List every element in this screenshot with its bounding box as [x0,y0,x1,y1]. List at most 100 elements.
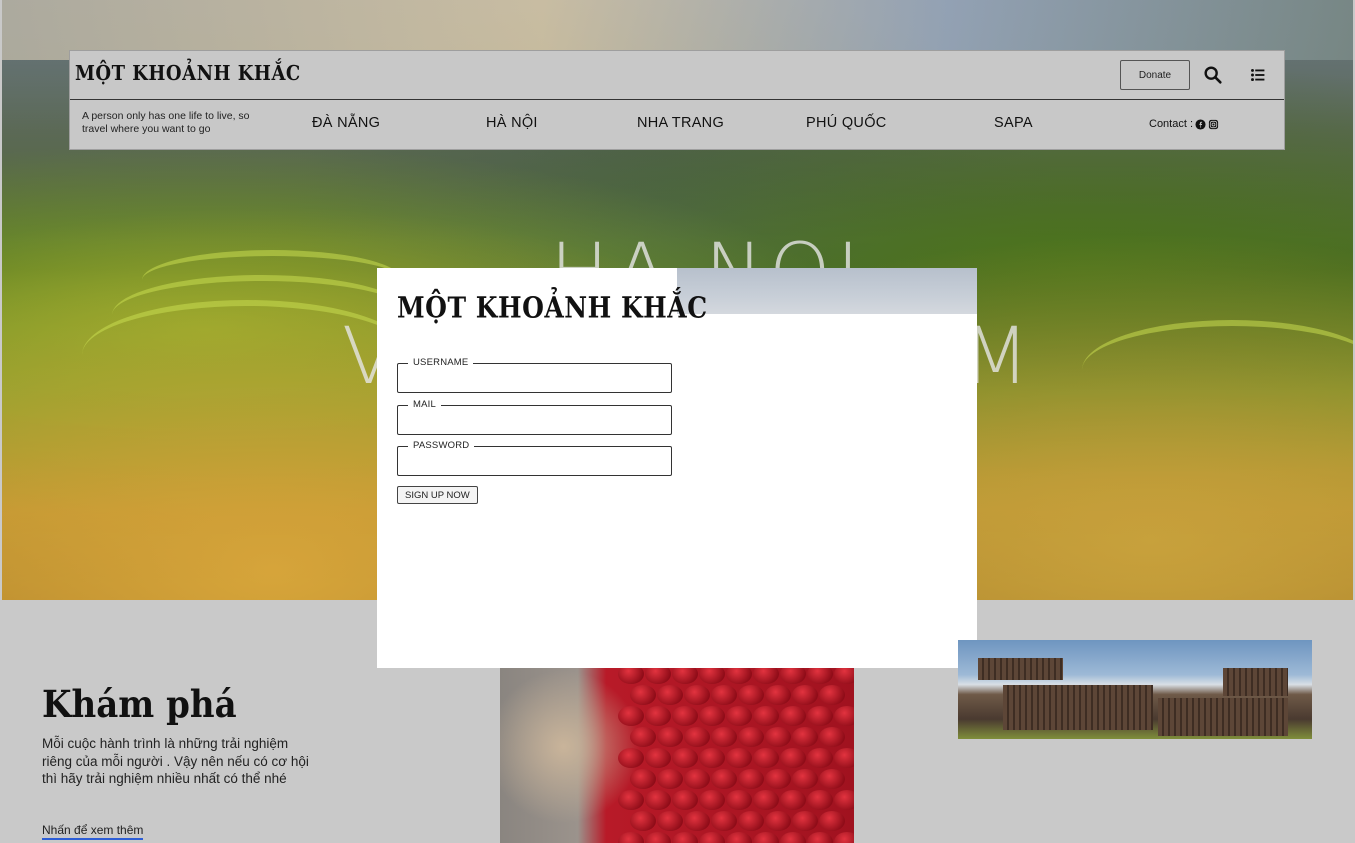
navbar-top-row: MỘT KHOẢNH KHẮC Donate [70,51,1284,100]
incense-bundle [807,706,833,726]
incense-bundle [738,685,764,705]
sign-up-button[interactable]: SIGN UP NOW [397,486,478,504]
incense-bundle [699,748,725,768]
incense-bundle [618,668,644,684]
incense-bundle [672,832,698,843]
explore-description: Mỗi cuộc hành trình là những trải nghiệm… [42,736,309,786]
incense-bundle [765,727,791,747]
incense-bundle [780,790,806,810]
incense-bundle [657,727,683,747]
incense-bundle [780,832,806,843]
incense-bundle [834,706,854,726]
incense-bundle [699,706,725,726]
incense-bundle [618,748,644,768]
incense-bundle [684,811,710,831]
incense-bundle [753,832,779,843]
navbar-bottom-row: A person only has one life to live, so t… [70,100,1284,150]
incense-bundle [672,668,698,684]
incense-bundle [819,685,845,705]
incense-bundle [753,748,779,768]
incense-bundle [657,811,683,831]
nav-item-nha-trang[interactable]: NHA TRANG [637,115,724,131]
donate-button[interactable]: Donate [1120,60,1190,90]
site-logo[interactable]: MỘT KHOẢNH KHẮC [75,61,301,85]
incense-bundle [807,832,833,843]
incense-bundle [630,685,656,705]
incense-bundle [699,668,725,684]
incense-bundle [657,685,683,705]
roof [1003,685,1153,730]
nav-item-ha-noi[interactable]: HÀ NỘI [486,115,538,131]
incense-bundle [699,832,725,843]
menu-list-icon[interactable] [1247,64,1269,86]
roof [1223,668,1288,696]
old-town-roofs-image [958,640,1312,739]
incense-bundle [726,706,752,726]
modal-image-strip [677,268,977,314]
mail-field: MAIL [397,399,672,435]
incense-bundle [819,727,845,747]
facebook-icon[interactable] [1195,118,1206,130]
see-more-link[interactable]: Nhấn để xem thêm [42,823,144,840]
contact-label: Contact : [1149,118,1194,130]
incense-bundle [792,769,818,789]
incense-bundle [672,790,698,810]
password-input[interactable] [398,447,671,475]
incense-bundle [672,748,698,768]
incense-bundle [711,685,737,705]
tagline: A person only has one life to live, so t… [82,110,250,135]
incense-bundle [792,727,818,747]
nav-item-da-nang[interactable]: ĐÀ NẴNG [312,115,380,131]
incense-bundle [657,769,683,789]
incense-bundle [630,727,656,747]
incense-bundle [834,748,854,768]
incense-bundle [753,706,779,726]
incense-bundle [753,668,779,684]
nav-item-phu-quoc[interactable]: PHÚ QUỐC [806,115,887,131]
incense-bundle [792,685,818,705]
incense-bundle [780,668,806,684]
incense-bundle [780,748,806,768]
nav-item-sapa[interactable]: SAPA [994,115,1033,131]
username-field: USERNAME [397,357,672,393]
incense-bundle [765,685,791,705]
signup-modal: MỘT KHOẢNH KHẮC USERNAME MAIL PASSWORD S… [377,268,977,668]
username-label: USERNAME [408,357,474,368]
incense-bundle [618,706,644,726]
incense-bundle [819,769,845,789]
incense-bundle [792,811,818,831]
mail-label: MAIL [408,399,441,410]
search-icon[interactable] [1202,64,1224,86]
incense-bundle [711,727,737,747]
instagram-icon[interactable] [1208,119,1219,130]
incense-bundle [834,790,854,810]
incense-bundle [630,769,656,789]
roof [1158,698,1288,736]
incense-drying-image [500,668,854,843]
incense-bundle [630,811,656,831]
incense-bundle [726,790,752,810]
contact: Contact : [1149,118,1219,130]
incense-bundle [738,811,764,831]
rice-terrace [1082,320,1353,420]
incense-bundle [726,748,752,768]
password-field: PASSWORD [397,440,672,476]
incense-bundle [807,668,833,684]
incense-bundle [726,832,752,843]
incense-bundle [645,706,671,726]
incense-bundle [711,769,737,789]
incense-bundle [807,790,833,810]
incense-bundle [684,769,710,789]
incense-bundle [738,727,764,747]
incense-bundle [726,668,752,684]
incense-bundle [672,706,698,726]
incense-bundle [819,811,845,831]
username-input[interactable] [398,364,671,392]
incense-bundle [645,748,671,768]
incense-bundle [645,668,671,684]
password-label: PASSWORD [408,440,475,451]
incense-bundle [618,832,644,843]
incense-bundle [834,832,854,843]
mail-input[interactable] [398,406,671,434]
incense-bundle [765,769,791,789]
